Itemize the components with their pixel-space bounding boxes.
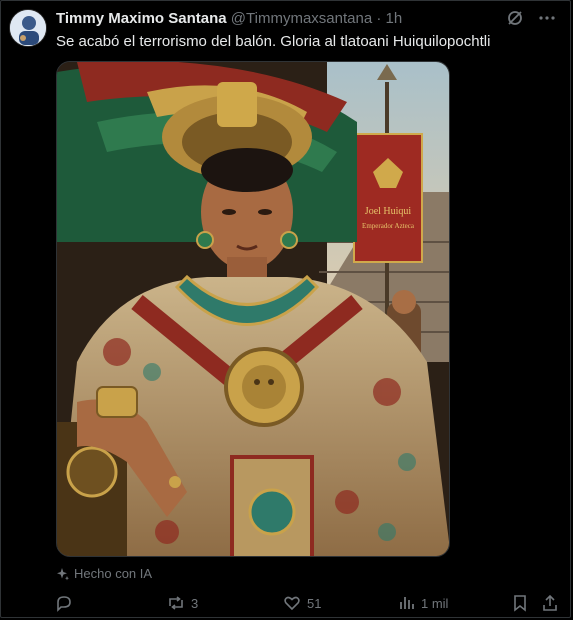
share-icon [543,594,557,611]
retweet-button[interactable]: 3 [167,594,198,612]
ai-generated-label[interactable]: Hecho con IA [56,566,152,581]
like-count: 51 [307,595,322,611]
retweet-count: 3 [191,595,199,611]
tweet-card[interactable]: Timmy Maximo Santana @Timmymaxsantana · … [0,0,571,618]
views-button[interactable]: 1 mil [397,594,448,612]
tweet-time[interactable]: 1h [386,10,403,27]
avatar[interactable] [9,9,47,47]
reply-icon [57,596,71,612]
bookmark-icon [514,595,526,612]
more-options-icon[interactable] [538,9,556,27]
banner-line-2: Emperador Azteca [362,222,415,230]
tweet-header: Timmy Maximo Santana @Timmymaxsantana · … [56,10,500,28]
author-handle[interactable]: @Timmymaxsantana [231,10,372,27]
views-icon [400,597,414,609]
action-bar: 3 51 1 mil [55,594,561,614]
like-button[interactable]: 51 [283,594,321,612]
share-button[interactable] [541,594,559,612]
tweet-image[interactable]: Joel Huiqui Emperador Azteca [56,61,450,557]
heart-icon [284,596,300,611]
view-count: 1 mil [421,595,449,611]
retweet-icon [169,596,183,610]
grok-icon[interactable] [506,9,524,27]
tweet-text: Se acabó el terrorismo del balón. Gloria… [56,33,491,50]
aztec-emperor-illustration: Joel Huiqui Emperador Azteca [57,62,449,556]
sparkle-icon [57,567,69,580]
avatar-image [10,10,46,46]
banner-line-1: Joel Huiqui [365,206,412,217]
reply-button[interactable] [55,594,73,612]
top-icons [506,9,556,27]
bookmark-button[interactable] [511,594,529,612]
author-name[interactable]: Timmy Maximo Santana [56,10,227,27]
ai-label-text: Hecho con IA [74,566,153,581]
meta-separator: · [376,10,382,27]
